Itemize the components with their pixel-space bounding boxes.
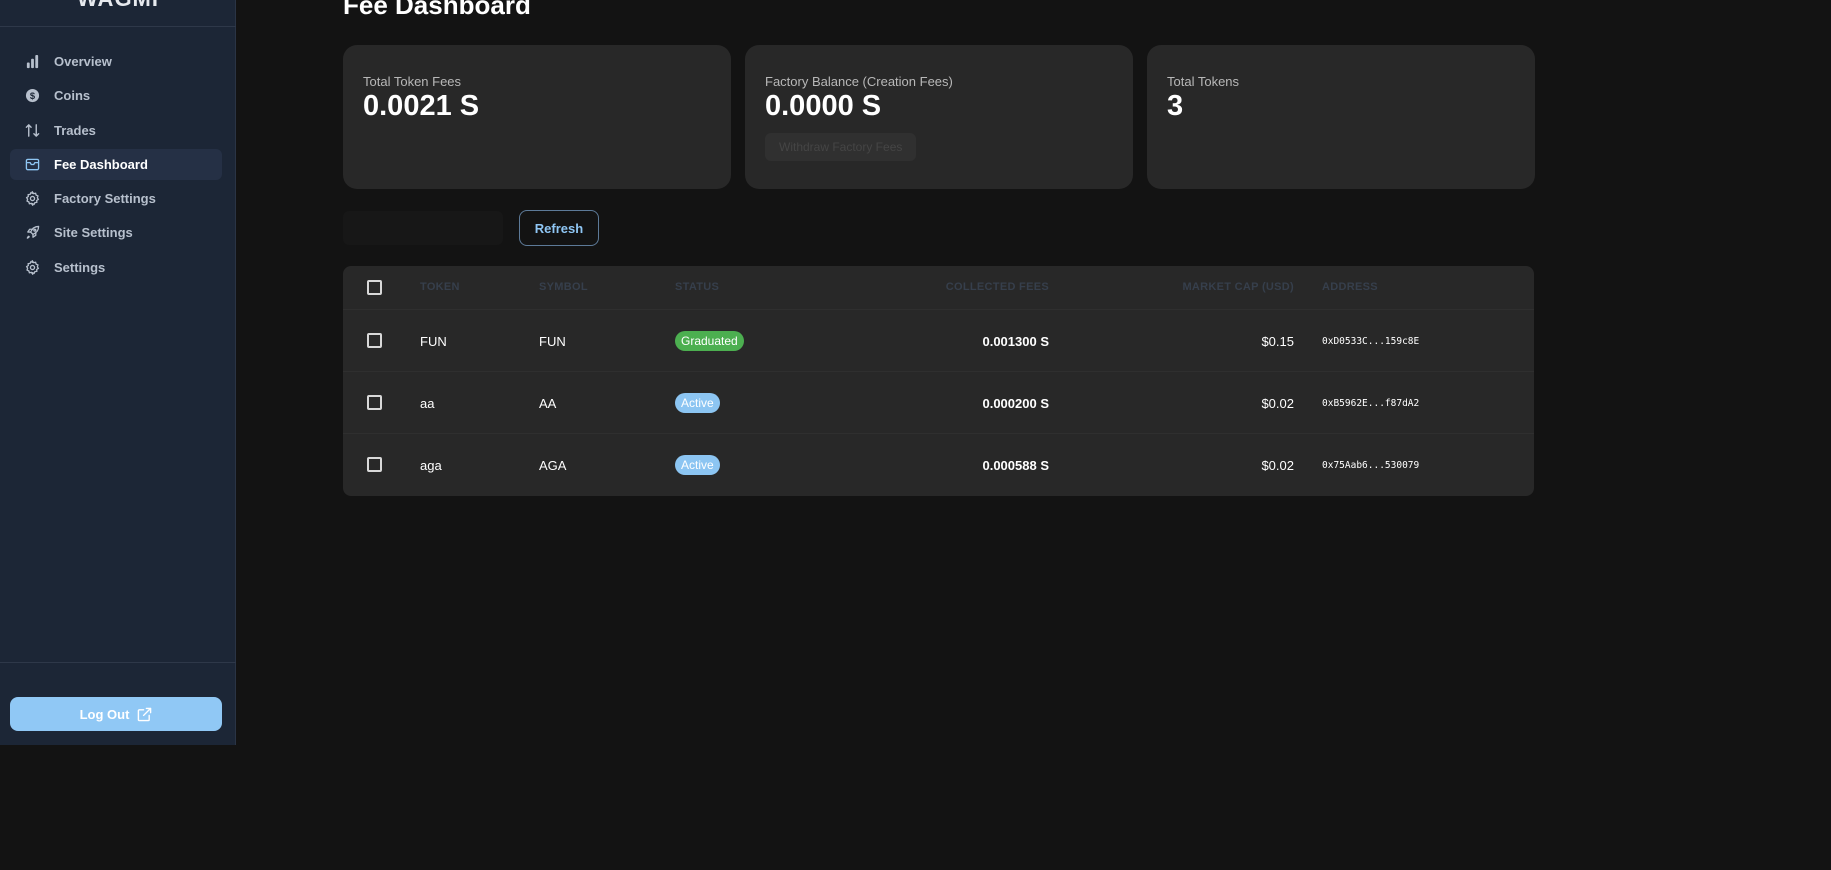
dollar-coin-icon: $ xyxy=(25,88,40,103)
table-row[interactable]: aga AGA Active 0.000588 S $0.02 0x75Aab6… xyxy=(343,433,1534,495)
refresh-button[interactable]: Refresh xyxy=(519,210,599,246)
sidebar-divider xyxy=(0,662,236,663)
column-header-token: TOKEN xyxy=(420,281,460,293)
wallet-icon xyxy=(25,157,40,172)
card-value: 0.0000 S xyxy=(765,90,882,122)
sidebar-item-label: Coins xyxy=(54,88,91,104)
row-checkbox[interactable] xyxy=(367,457,382,472)
table-header: TOKEN SYMBOL STATUS COLLECTED FEES MARKE… xyxy=(343,266,1534,310)
row-checkbox[interactable] xyxy=(367,395,382,410)
factory-balance-card: Factory Balance (Creation Fees) 0.0000 S… xyxy=(745,45,1133,189)
table-row[interactable]: aa AA Active 0.000200 S $0.02 0xB5962E..… xyxy=(343,371,1534,433)
collected-fees: 0.000588 S xyxy=(982,457,1049,473)
token-address[interactable]: 0xB5962E...f87dA2 xyxy=(1322,372,1419,434)
table-row[interactable]: FUN FUN Graduated 0.001300 S $0.15 0xD05… xyxy=(343,309,1534,371)
card-label: Factory Balance (Creation Fees) xyxy=(765,74,953,89)
sidebar-item-factory-settings[interactable]: Factory Settings xyxy=(10,183,222,214)
logout-button[interactable]: Log Out xyxy=(10,697,222,731)
card-value: 3 xyxy=(1167,90,1184,122)
token-symbol: AGA xyxy=(539,457,567,473)
token-address[interactable]: 0x75Aab6...530079 xyxy=(1322,434,1419,496)
logout-label: Log Out xyxy=(79,706,130,722)
token-name: aga xyxy=(420,457,442,473)
status-badge: Active xyxy=(675,393,720,413)
token-symbol: AA xyxy=(539,395,557,411)
sidebar: WAGMI Overview $ Coins Trades xyxy=(0,0,236,745)
sidebar-item-settings[interactable]: Settings xyxy=(10,252,222,283)
arrows-up-down-icon xyxy=(25,123,40,138)
market-cap: $0.15 xyxy=(1261,333,1294,349)
card-value: 0.0021 S xyxy=(363,90,480,122)
sidebar-item-site-settings[interactable]: Site Settings xyxy=(10,217,222,248)
rocket-icon xyxy=(25,225,40,240)
status-badge: Graduated xyxy=(675,331,744,351)
token-address[interactable]: 0xD0533C...159c8E xyxy=(1322,310,1419,372)
card-label: Total Tokens xyxy=(1167,74,1240,89)
sidebar-item-label: Trades xyxy=(54,122,96,138)
fees-table: TOKEN SYMBOL STATUS COLLECTED FEES MARKE… xyxy=(343,266,1534,496)
withdraw-factory-fees-button[interactable]: Withdraw Factory Fees xyxy=(765,133,917,161)
svg-text:$: $ xyxy=(30,91,36,101)
token-symbol: FUN xyxy=(539,333,566,349)
sidebar-nav: Overview $ Coins Trades Fee Dashboard Fa… xyxy=(10,46,222,286)
column-header-collected-fees: COLLECTED FEES xyxy=(945,281,1049,293)
page-title: Fee Dashboard xyxy=(343,0,531,20)
sidebar-item-trades[interactable]: Trades xyxy=(10,115,222,146)
market-cap: $0.02 xyxy=(1261,457,1294,473)
external-link-icon xyxy=(138,707,152,721)
token-name: aa xyxy=(420,395,435,411)
sidebar-item-label: Overview xyxy=(54,54,112,69)
row-checkbox[interactable] xyxy=(367,333,382,348)
market-cap: $0.02 xyxy=(1261,395,1294,411)
sidebar-divider xyxy=(0,26,236,27)
sidebar-item-fee-dashboard[interactable]: Fee Dashboard xyxy=(10,148,222,180)
status-badge: Active xyxy=(675,455,720,475)
column-header-address: ADDRESS xyxy=(1322,281,1378,293)
card-label: Total Token Fees xyxy=(363,74,462,89)
sidebar-item-label: Factory Settings xyxy=(54,191,156,207)
sidebar-item-label: Fee Dashboard xyxy=(54,156,148,172)
gear-icon xyxy=(25,191,40,207)
collected-fees: 0.001300 S xyxy=(982,333,1049,349)
column-header-market-cap: MARKET CAP (USD) xyxy=(1182,281,1294,293)
gear-icon xyxy=(25,259,40,275)
sidebar-item-coins[interactable]: $ Coins xyxy=(10,80,222,111)
total-tokens-card: Total Tokens 3 xyxy=(1147,45,1535,189)
action-placeholder xyxy=(343,211,503,245)
brand-logo: WAGMI xyxy=(0,0,236,26)
select-all-checkbox[interactable] xyxy=(367,280,382,295)
sidebar-item-label: Site Settings xyxy=(54,225,133,241)
column-header-symbol: SYMBOL xyxy=(539,281,588,293)
status-cell: Active xyxy=(675,372,720,434)
sidebar-item-overview[interactable]: Overview xyxy=(10,46,222,77)
status-cell: Graduated xyxy=(675,310,744,372)
column-header-status: STATUS xyxy=(675,281,720,293)
token-name: FUN xyxy=(420,333,447,349)
total-token-fees-card: Total Token Fees 0.0021 S xyxy=(343,45,731,189)
collected-fees: 0.000200 S xyxy=(982,395,1049,411)
bar-chart-icon xyxy=(25,54,40,69)
status-cell: Active xyxy=(675,434,720,496)
app: WAGMI Overview $ Coins Trades xyxy=(0,0,1568,745)
sidebar-item-label: Settings xyxy=(54,259,106,275)
